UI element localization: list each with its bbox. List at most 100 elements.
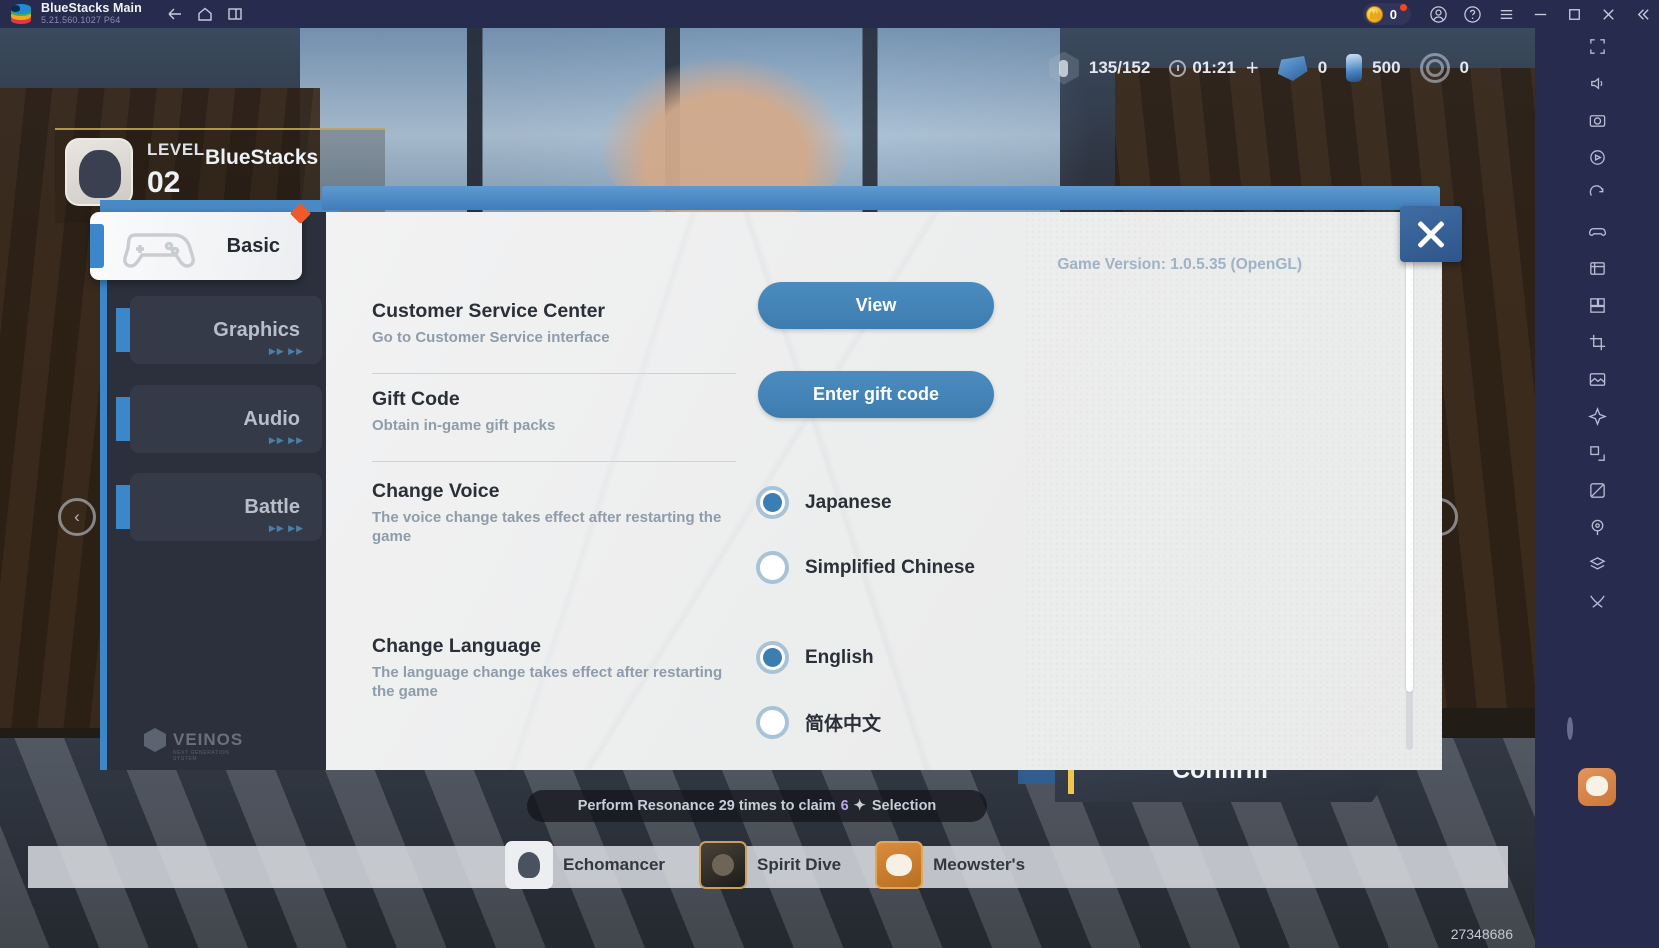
layers-icon[interactable] [1535,546,1659,583]
user-id: 27348686 [1450,926,1513,942]
maximize-icon[interactable] [1557,0,1591,28]
game-controls-icon[interactable] [1535,213,1659,250]
echomancer-icon [505,841,553,889]
currency3-value: 0 [1459,58,1469,77]
hud-stamina[interactable]: 135/152 [1048,51,1154,85]
row-separator [372,373,736,374]
multi-instance-icon[interactable] [220,0,250,28]
keymapping-icon[interactable] [1535,435,1659,472]
multi-instance-manager-icon[interactable] [1535,287,1659,324]
nav-item-meowsters[interactable]: Meowster's [875,841,1025,889]
coin-badge[interactable]: 0 [1362,3,1411,25]
quest-banner: Perform Resonance 29 times to claim 6 ✦ … [527,790,987,822]
bottom-nav: Echomancer Spirit Dive Meowster's [505,836,1059,894]
coin-value: 0 [1389,6,1397,22]
pin-icon[interactable] [1535,509,1659,546]
sidebar-item-label: Graphics [213,318,300,341]
sidebar-item-audio[interactable]: Audio ▶▶ ▶▶ [116,385,322,453]
sidebar-item-graphics[interactable]: Graphics ▶▶ ▶▶ [116,296,322,364]
tab-edge [116,485,130,529]
quest-text-pre: Perform Resonance 29 times to claim [577,798,836,814]
macro-icon[interactable] [1535,250,1659,287]
radio-language-english[interactable]: English [756,641,874,674]
hud-timer: 01:21 + [1169,55,1262,81]
nav-label: Spirit Dive [757,855,842,874]
sidebar-item-battle[interactable]: Battle ▶▶ ▶▶ [116,473,322,541]
level-label: LEVEL [147,140,205,159]
clock-icon [1169,59,1187,77]
spirit-dive-icon [699,841,748,889]
gamepad-icon [123,233,195,268]
enter-gift-code-button[interactable]: Enter gift code [758,371,994,418]
sidebar-item-label: Battle [244,495,300,518]
window-title-block: BlueStacks Main 5.21.560.1027 P64 [41,2,142,26]
hud-currency-2[interactable]: 500 [1346,54,1404,82]
radio-dot [756,641,789,674]
veinos-wordmark: VEINOS [173,730,244,749]
close-icon[interactable] [1591,0,1625,28]
radio-language-simplified-chinese[interactable]: 简体中文 [756,706,881,739]
menu-icon[interactable] [1489,0,1523,28]
active-tab-edge [90,224,104,268]
setting-row-change-voice: Change Voice The voice change takes effe… [372,480,742,546]
tab-edge [116,397,130,441]
radio-dot [756,551,789,584]
window-title: BlueStacks Main [41,1,142,16]
crop-icon[interactable] [1535,324,1659,361]
radio-label: English [805,646,874,668]
hud-currency-3[interactable]: 0 [1419,53,1473,83]
radio-voice-simplified-chinese[interactable]: Simplified Chinese [756,551,975,584]
trim-icon[interactable] [1535,583,1659,620]
screenshot-icon[interactable] [1535,102,1659,139]
nav-item-echomancer[interactable]: Echomancer [505,841,665,889]
radio-label: Simplified Chinese [805,556,975,578]
settings-modal: Basic Graphics ▶▶ ▶▶ Audio ▶▶ ▶▶ Battle … [90,186,1462,770]
account-icon[interactable] [1421,0,1455,28]
record-icon[interactable] [1535,139,1659,176]
collapse-icon[interactable] [1625,0,1659,28]
currency1-value: 0 [1317,58,1328,77]
radio-voice-japanese[interactable]: Japanese [756,486,892,519]
meowsters-icon [875,841,924,889]
veinos-hex-icon [144,728,166,752]
window-version: 5.21.560.1027 P64 [41,15,121,26]
add-stamina-button[interactable]: + [1246,55,1259,81]
minimize-icon[interactable] [1523,0,1557,28]
chevron-right-icon: ▶▶ ▶▶ [268,435,304,445]
radio-label: 简体中文 [805,714,882,735]
titlebar-right-group: 0 [1362,0,1659,28]
volume-icon[interactable] [1535,65,1659,102]
help-icon[interactable] [1455,0,1489,28]
prev-arrow-button[interactable]: ‹ [58,498,96,536]
eco-mode-icon[interactable] [1535,472,1659,509]
setting-name: Change Voice [372,480,500,502]
scrollbar-track[interactable] [1406,252,1413,750]
game-viewport[interactable]: 135/152 01:21 + 0 500 0 LEVEL 02 BlueSta… [0,28,1535,948]
radio-dot [756,706,789,739]
back-icon[interactable] [160,0,190,28]
media-manager-icon[interactable] [1535,361,1659,398]
setting-row-change-language: Change Language The language change take… [372,635,742,701]
shortcut-ring-icon [1567,717,1627,764]
coin-ring-icon [1419,53,1450,83]
scrollbar-thumb[interactable] [1406,252,1413,692]
currency2-value: 500 [1372,58,1401,77]
toolbar-cat-icon[interactable] [1578,768,1616,806]
radio-dot [756,486,789,519]
nav-item-spirit-dive[interactable]: Spirit Dive [699,841,841,889]
titlebar-nav-group [160,0,250,28]
rotate-icon[interactable] [1535,176,1659,213]
setting-description: Go to Customer Service interface [372,329,610,346]
timer-value: 01:21 [1192,58,1236,77]
location-icon[interactable] [1535,398,1659,435]
bluestacks-toolbar [1535,28,1659,948]
view-button[interactable]: View [758,282,994,329]
close-modal-button[interactable] [1400,206,1462,262]
hud-currency-1[interactable]: 0 [1277,55,1331,81]
nav-label: Meowster's [933,855,1026,874]
settings-content: Game Version: 1.0.5.35 (OpenGL) Customer… [326,212,1442,770]
sidebar-item-basic[interactable]: Basic [90,202,312,280]
fullscreen-icon[interactable] [1535,28,1659,65]
setting-description: The voice change takes effect after rest… [372,509,722,546]
home-icon[interactable] [190,0,220,28]
